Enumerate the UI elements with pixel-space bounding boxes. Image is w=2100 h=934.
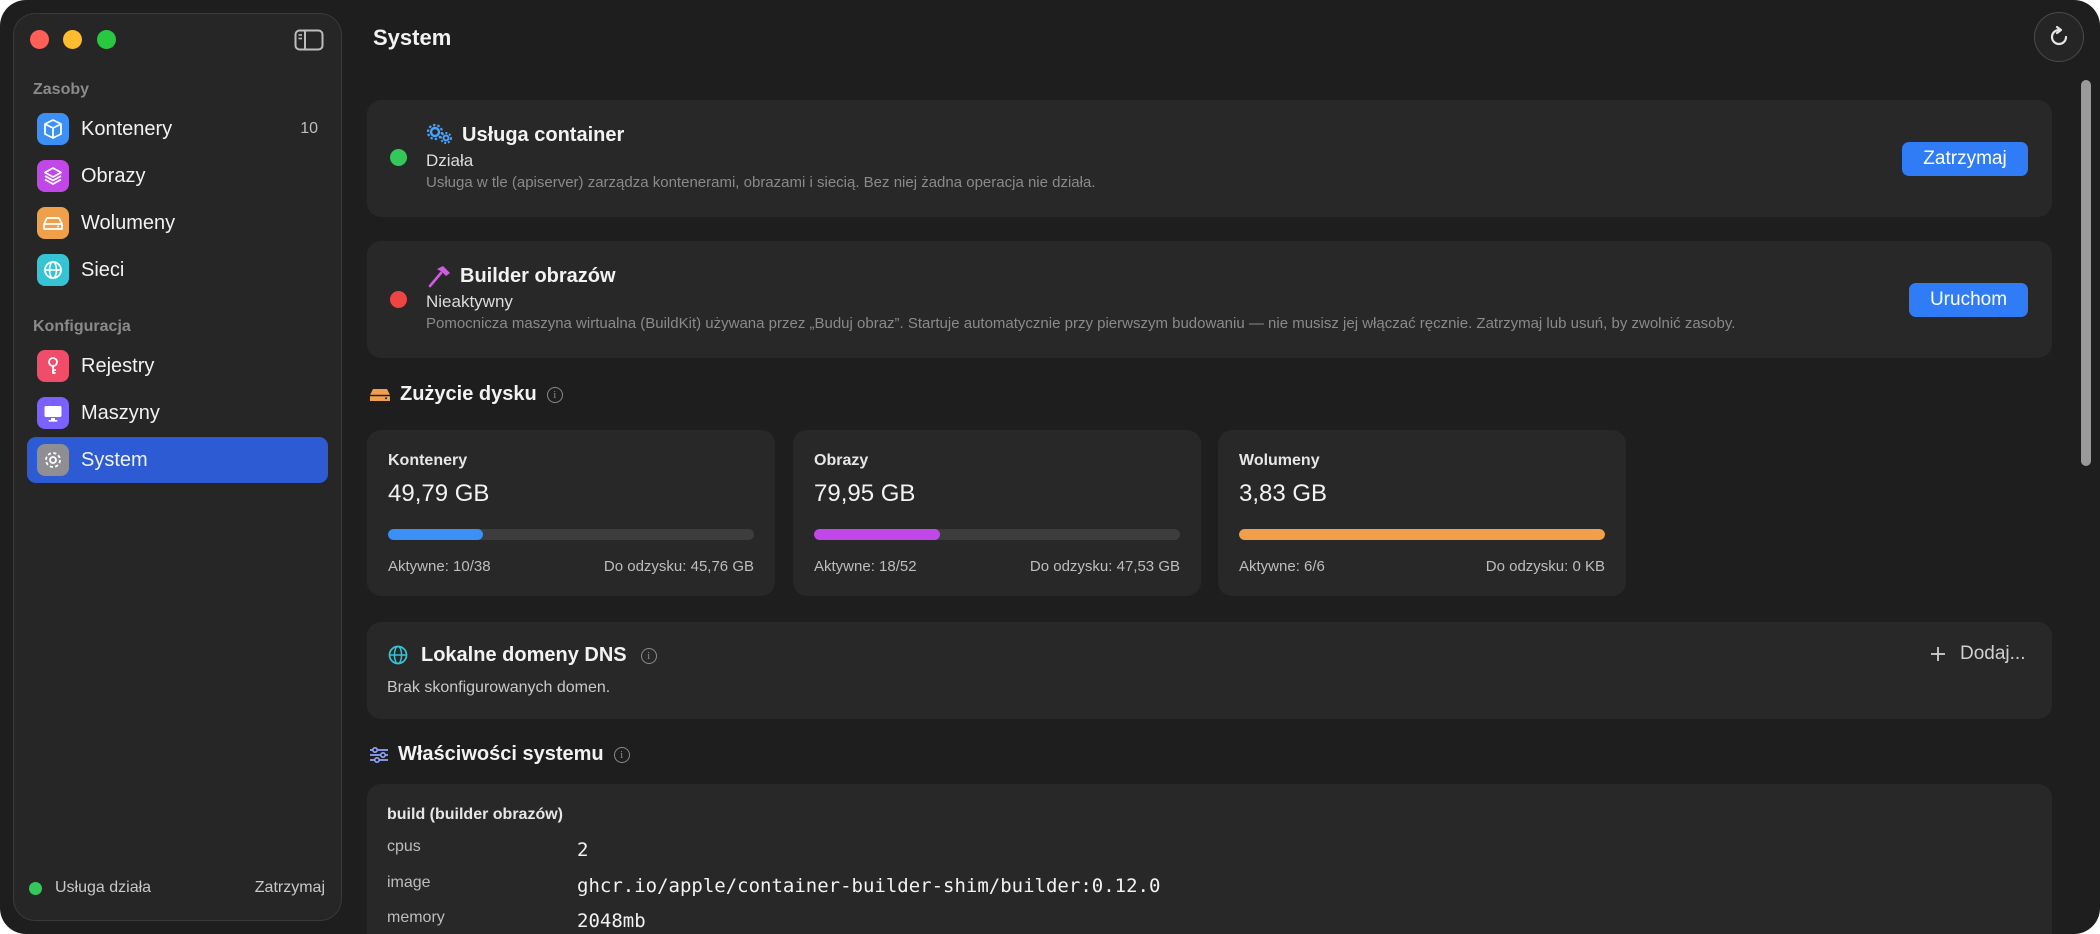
disk-card-active: Aktywne: 6/6 xyxy=(1239,558,1325,575)
system-properties-heading: Właściwości systemu i xyxy=(368,743,630,766)
dns-empty-message: Brak skonfigurowanych domen. xyxy=(387,679,611,696)
sidebar-item-machines[interactable]: Maszyny xyxy=(27,390,328,436)
info-icon[interactable]: i xyxy=(546,386,563,403)
cube-icon xyxy=(37,113,69,145)
vertical-scrollbar[interactable] xyxy=(2078,80,2094,930)
zoom-window-button[interactable] xyxy=(97,30,116,49)
property-key: cpus xyxy=(387,838,421,855)
section-heading-resources: Zasoby xyxy=(33,81,90,98)
containers-count-badge: 10 xyxy=(300,120,318,137)
disk-card-size: 79,95 GB xyxy=(814,480,916,507)
sidebar-item-label: Sieci xyxy=(81,258,125,281)
sidebar-footer: Usługa działa Zatrzymaj xyxy=(14,860,341,920)
image-builder-card: Builder obrazów Nieaktywny Pomocnicza ma… xyxy=(367,241,2052,358)
sidebar-item-label: Rejestry xyxy=(81,354,155,377)
drive-icon xyxy=(37,207,69,239)
service-description: Pomocnicza maszyna wirtualna (BuildKit) … xyxy=(426,315,1736,332)
globe-icon xyxy=(388,645,408,665)
property-group-title: build (builder obrazów) xyxy=(387,806,563,823)
service-description: Usługa w tle (apiserver) zarządza konten… xyxy=(426,174,1096,191)
disk-card-containers: Kontenery 49,79 GB Aktywne: 10/38 Do odz… xyxy=(367,430,775,596)
hammer-icon xyxy=(428,266,450,288)
footer-stop-button[interactable]: Zatrzymaj xyxy=(255,879,325,897)
layers-icon xyxy=(37,160,69,192)
close-window-button[interactable] xyxy=(30,30,49,49)
sidebar-item-label: Kontenery xyxy=(81,117,173,140)
key-icon xyxy=(37,350,69,382)
service-title: Builder obrazów xyxy=(460,265,616,287)
sidebar-item-label: Wolumeny xyxy=(81,211,176,234)
sidebar-item-label: Maszyny xyxy=(81,401,160,424)
sidebar-item-label: Obrazy xyxy=(81,164,146,187)
section-heading-configuration: Konfiguracja xyxy=(33,318,131,335)
service-status-text: Usługa działa xyxy=(55,879,152,896)
monitor-icon xyxy=(37,397,69,429)
sidebar-toggle-icon[interactable] xyxy=(294,29,324,51)
property-value: 2048mb xyxy=(577,910,646,932)
usage-bar-fill xyxy=(1239,529,1605,540)
add-dns-label: Dodaj... xyxy=(1960,643,2026,664)
globe-icon xyxy=(37,254,69,286)
refresh-icon xyxy=(2050,25,2068,46)
property-key: image xyxy=(387,874,431,891)
gear-icon xyxy=(37,444,69,476)
info-icon[interactable]: i xyxy=(640,647,657,664)
disk-card-size: 49,79 GB xyxy=(388,480,490,507)
disk-card-images: Obrazy 79,95 GB Aktywne: 18/52 Do odzysk… xyxy=(793,430,1201,596)
info-icon[interactable]: i xyxy=(613,746,630,763)
add-dns-button[interactable]: Dodaj... xyxy=(1930,643,2025,665)
usage-bar xyxy=(1239,529,1605,540)
usage-bar-fill xyxy=(388,529,484,540)
plus-icon xyxy=(1931,647,1945,661)
property-value: ghcr.io/apple/container-builder-shim/bui… xyxy=(577,875,1161,897)
stop-service-button[interactable]: Zatrzymaj xyxy=(1902,142,2028,176)
sidebar: Zasoby Kontenery 10 Obrazy Wolumeny Siec… xyxy=(13,13,342,921)
sidebar-item-images[interactable]: Obrazy xyxy=(27,153,328,199)
usage-bar xyxy=(388,529,754,540)
disk-card-volumes: Wolumeny 3,83 GB Aktywne: 6/6 Do odzysku… xyxy=(1218,430,1626,596)
disk-card-reclaimable: Do odzysku: 47,53 GB xyxy=(1029,558,1180,575)
property-key: memory xyxy=(387,909,445,926)
system-properties-title: Właściwości systemu xyxy=(398,743,604,765)
usage-bar-fill xyxy=(814,529,941,540)
dns-domains-card xyxy=(367,622,2052,719)
disk-card-name: Wolumeny xyxy=(1239,452,1320,469)
app-window: Zasoby Kontenery 10 Obrazy Wolumeny Siec… xyxy=(0,0,2100,934)
disk-card-reclaimable: Do odzysku: 0 KB xyxy=(1485,558,1605,575)
service-running-dot xyxy=(390,149,407,166)
disk-card-active: Aktywne: 10/38 xyxy=(388,558,491,575)
gears-icon xyxy=(426,123,452,144)
start-builder-button[interactable]: Uruchom xyxy=(1909,283,2028,317)
disk-card-active: Aktywne: 18/52 xyxy=(814,558,917,575)
sidebar-item-system[interactable]: System xyxy=(27,437,328,483)
disk-card-reclaimable: Do odzysku: 45,76 GB xyxy=(603,558,754,575)
sidebar-item-registries[interactable]: Rejestry xyxy=(27,343,328,389)
sidebar-item-containers[interactable]: Kontenery 10 xyxy=(27,106,328,152)
disk-card-name: Obrazy xyxy=(814,452,869,469)
dns-heading: Lokalne domeny DNS i xyxy=(421,644,657,667)
disk-card-size: 3,83 GB xyxy=(1239,480,1328,507)
disk-usage-title: Zużycie dysku xyxy=(400,383,537,405)
drive-icon xyxy=(370,388,390,401)
usage-bar xyxy=(814,529,1180,540)
page-title: System xyxy=(373,25,452,50)
service-title: Usługa container xyxy=(462,124,625,146)
service-state: Nieaktywny xyxy=(426,292,513,311)
service-state: Działa xyxy=(426,151,474,170)
refresh-button[interactable] xyxy=(2034,12,2084,62)
scrollbar-thumb[interactable] xyxy=(2081,80,2091,466)
sliders-icon xyxy=(370,746,388,763)
service-status-dot xyxy=(29,882,42,895)
disk-usage-heading: Zużycie dysku i xyxy=(368,383,563,406)
sidebar-item-networks[interactable]: Sieci xyxy=(27,247,328,293)
container-service-card: Usługa container Działa Usługa w tle (ap… xyxy=(367,100,2052,217)
sidebar-item-volumes[interactable]: Wolumeny xyxy=(27,200,328,246)
sidebar-item-label: System xyxy=(81,448,148,471)
dns-title: Lokalne domeny DNS xyxy=(421,644,627,666)
service-inactive-dot xyxy=(390,291,407,308)
disk-card-name: Kontenery xyxy=(388,452,468,469)
minimize-window-button[interactable] xyxy=(63,30,82,49)
property-value: 2 xyxy=(577,839,589,861)
